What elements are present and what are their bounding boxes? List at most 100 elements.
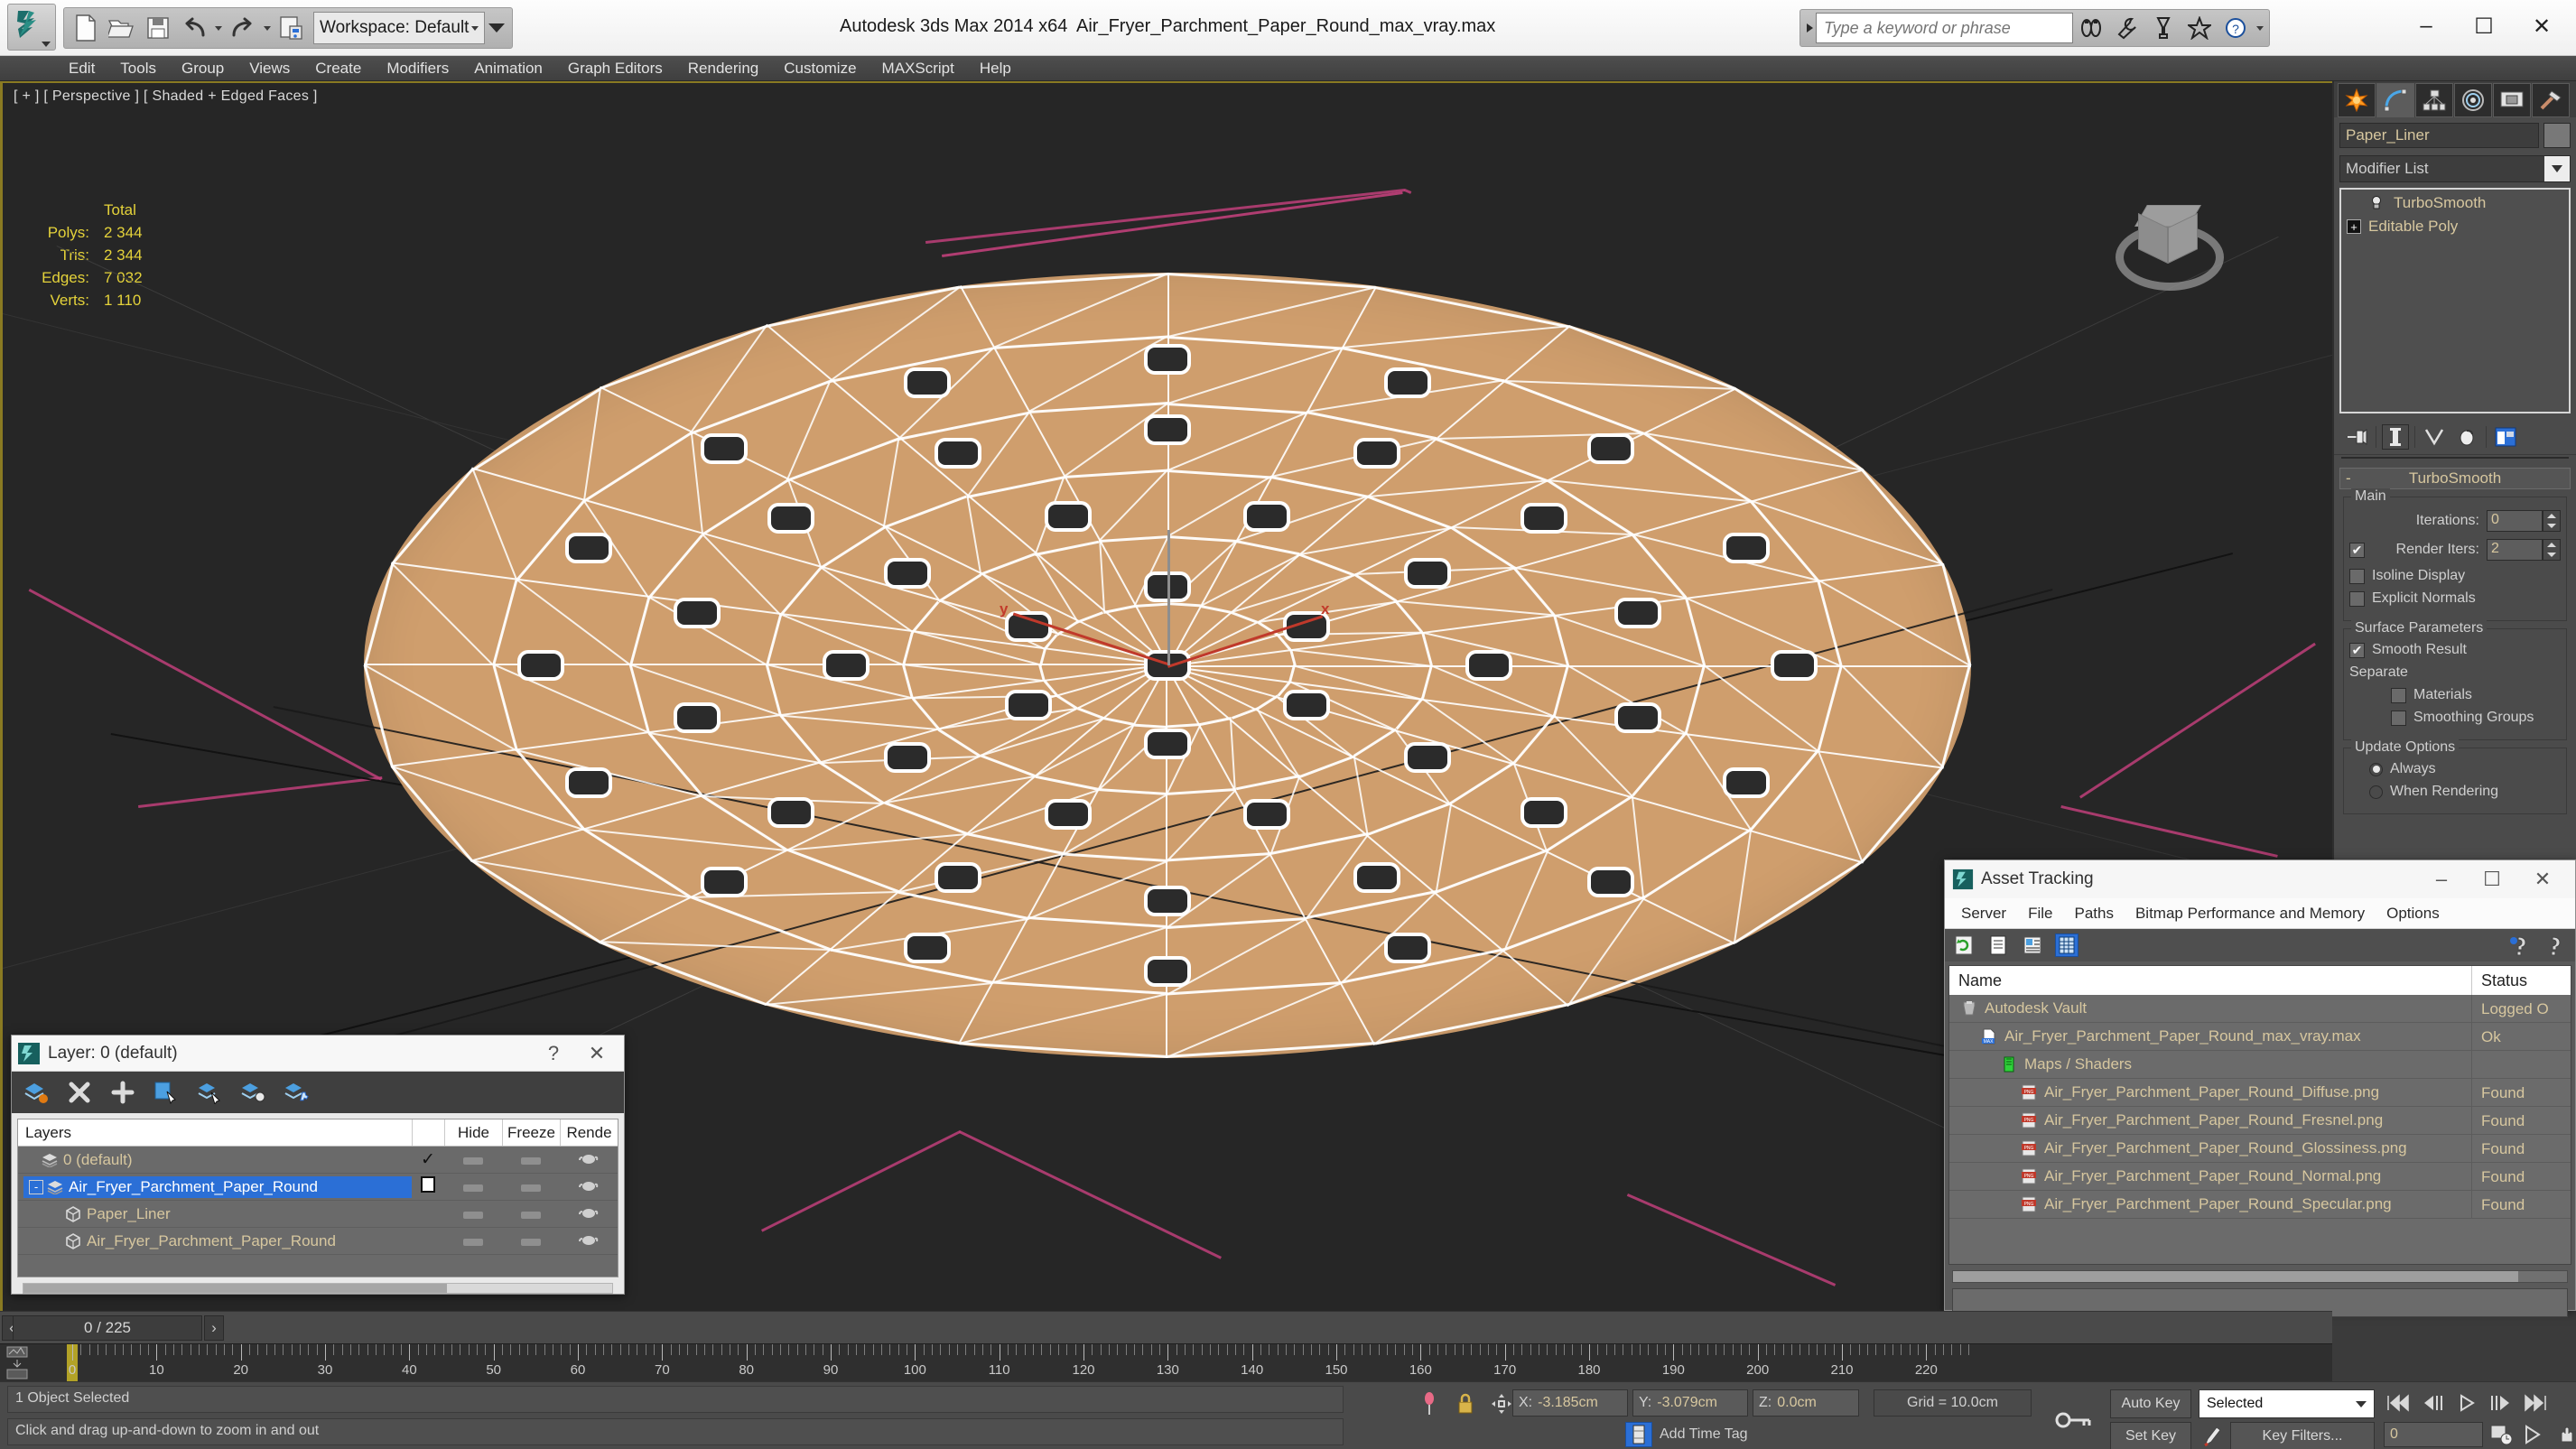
menu-item-tools[interactable]: Tools [107,57,169,80]
key-filter-selection-combo[interactable]: Selected [2199,1389,2375,1418]
layer-row[interactable]: - Air_Fryer_Parchment_Paper_Round [18,1174,618,1201]
utilities-tab[interactable] [2532,83,2570,117]
field-checkbox[interactable] [2391,710,2406,726]
open-file-button[interactable] [104,10,140,46]
set-key-pencil-icon[interactable] [2199,1422,2224,1449]
layer-freeze-cell[interactable] [502,1178,560,1196]
app-menu-button[interactable] [7,4,56,51]
asset-scrollbar-thumb[interactable] [1953,1271,2518,1282]
field-checkbox[interactable] [2349,642,2365,658]
maximize-button[interactable]: ☐ [2455,5,2513,47]
highlight-selected-objects-layers-icon[interactable] [239,1079,266,1106]
field-radio[interactable] [2369,785,2383,799]
menu-item-edit[interactable]: Edit [56,57,107,80]
hide-toggle-icon[interactable] [463,1211,483,1219]
redo-button[interactable] [225,10,261,46]
layer-freeze-cell[interactable] [502,1151,560,1169]
coordinate-z-field[interactable]: Z: 0.0cm [1753,1389,1859,1416]
radio-row[interactable]: Always [2369,761,2561,777]
render-teapot-icon[interactable] [579,1149,599,1166]
rollout-header[interactable]: - TurboSmooth [2339,468,2571,489]
layer-freeze-cell[interactable] [502,1232,560,1250]
expand-modifier-icon[interactable]: + [2347,219,2361,234]
favorites-star-icon[interactable] [2181,11,2218,45]
checkbox-row[interactable]: Smoothing Groups [2391,710,2561,726]
go-to-start-icon[interactable] [2384,1389,2414,1416]
asset-menu-server[interactable]: Server [1950,905,2017,923]
layer-render-cell[interactable] [560,1231,618,1251]
asset-menu-bitmap-performance-and-memory[interactable]: Bitmap Performance and Memory [2125,905,2376,923]
make-unique-icon[interactable] [2421,424,2448,450]
layer-row-selected[interactable]: - Air_Fryer_Parchment_Paper_Round [23,1175,412,1198]
add-time-tag-area[interactable]: Add Time Tag [1625,1422,1748,1447]
layer-hide-cell[interactable] [444,1205,502,1223]
coordinate-y-field[interactable]: Y: -3.079cm [1632,1389,1748,1416]
refresh-icon[interactable] [1952,933,1976,957]
field-checkbox[interactable] [2349,542,2365,558]
track-bar-mode-icons[interactable] [4,1346,40,1380]
modifier-stack-item[interactable]: + Editable Poly [2343,215,2567,238]
layer-list-hscrollbar[interactable] [23,1283,613,1294]
layer-row[interactable]: Paper_Liner [18,1201,618,1228]
asset-menu-paths[interactable]: Paths [2063,905,2124,923]
menu-item-group[interactable]: Group [169,57,237,80]
workspace-dropdown-icon[interactable] [471,25,479,31]
spinner-value[interactable]: 2 [2487,539,2543,561]
add-to-layer-icon[interactable] [109,1079,136,1106]
table-view-icon[interactable] [2055,933,2078,957]
checkbox-row[interactable]: Isoline Display [2349,568,2561,584]
add-help-icon[interactable] [2508,933,2532,957]
asset-row[interactable]: PNG Air_Fryer_Parchment_Paper_Round_Norma… [1949,1163,2571,1191]
create-tab[interactable] [2338,83,2376,117]
help-icon[interactable]: ? [2218,11,2254,45]
undo-dropdown-arrow-icon[interactable] [212,10,225,46]
time-tag-icon[interactable] [1625,1422,1652,1447]
coordinate-x-field[interactable]: X: -3.185cm [1512,1389,1628,1416]
layer-hide-cell[interactable] [444,1151,502,1169]
select-highlighted-layers-icon[interactable] [196,1079,223,1106]
infocenter-expand-icon[interactable] [1803,11,1816,45]
key-filters-button[interactable]: Key Filters... [2230,1422,2375,1449]
object-name-field[interactable]: Paper_Liner [2339,123,2539,148]
modify-tab[interactable] [2376,83,2414,117]
menu-item-views[interactable]: Views [237,57,302,80]
asset-row[interactable]: PNG Air_Fryer_Parchment_Paper_Round_Diffu… [1949,1079,2571,1107]
new-file-button[interactable] [68,10,104,46]
modifier-enable-bulb-icon[interactable] [2368,195,2385,211]
menu-item-animation[interactable]: Animation [461,57,555,80]
asset-list[interactable]: Name Status Autodesk Vault Logged O MAX Air… [1948,965,2571,1265]
track-bar[interactable]: 0 10 20 30 40 50 60 70 80 90 100 110 120 130 140 150 160… [0,1343,2332,1381]
search-icon[interactable] [2073,11,2109,45]
asset-menu-options[interactable]: Options [2376,905,2450,923]
help-question-icon[interactable] [2544,933,2568,957]
layer-current-cell[interactable] [412,1176,444,1197]
asset-close-button[interactable]: ✕ [2517,862,2568,896]
hide-toggle-icon[interactable] [463,1238,483,1246]
asset-list-hscrollbar[interactable] [1952,1270,2568,1283]
field-checkbox[interactable] [2349,590,2365,607]
view-cube-box[interactable] [2134,202,2201,265]
rollout-collapse-icon[interactable]: - [2346,469,2351,488]
asset-menu-file[interactable]: File [2017,905,2063,923]
layer-hide-cell[interactable] [444,1232,502,1250]
asset-minimize-button[interactable]: – [2416,862,2467,896]
set-key-button[interactable]: Set Key [2110,1422,2191,1449]
checkbox-row[interactable]: Explicit Normals [2349,590,2561,607]
next-frame-button[interactable]: › [204,1315,224,1341]
asset-row[interactable]: PNG Air_Fryer_Parchment_Paper_Round_Fresn… [1949,1107,2571,1135]
menu-item-graph-editors[interactable]: Graph Editors [555,57,675,80]
spinner-arrows[interactable] [2543,539,2561,561]
minimize-button[interactable]: – [2397,5,2455,47]
layer-hide-cell[interactable] [444,1178,502,1196]
current-frame-display[interactable]: 0 / 225 [13,1315,202,1341]
layer-render-cell[interactable] [560,1149,618,1170]
help-dropdown-arrow-icon[interactable] [2254,10,2266,46]
frame-number-field[interactable]: 0 [2384,1422,2483,1447]
scrollbar-thumb[interactable] [23,1284,448,1293]
redo-dropdown-arrow-icon[interactable] [261,10,274,46]
asset-row[interactable]: PNG Air_Fryer_Parchment_Paper_Round_Specu… [1949,1191,2571,1219]
hide-toggle-icon[interactable] [463,1156,483,1165]
render-teapot-icon[interactable] [579,1176,599,1193]
chevron-down-icon[interactable] [2356,1400,2367,1407]
menu-item-rendering[interactable]: Rendering [675,57,771,80]
